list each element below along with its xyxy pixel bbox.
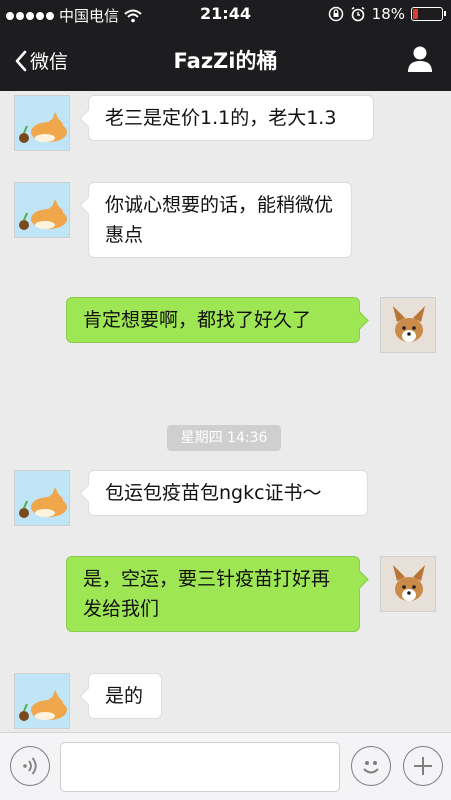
- contact-avatar[interactable]: [14, 182, 70, 238]
- alarm-icon: [351, 6, 365, 22]
- voice-button[interactable]: [10, 746, 50, 786]
- incoming-message[interactable]: 包运包疫苗包ngkc证书～: [88, 470, 368, 516]
- status-bar: 中国电信 21:44 18%: [0, 0, 451, 29]
- plus-icon: [414, 757, 432, 775]
- battery-icon: [411, 7, 446, 21]
- nav-bar: 微信 FazZi的桶: [0, 29, 451, 91]
- message-list[interactable]: 老三是定价1.1的，老大1.3 你诚心想要的话，能稍微优惠点 肯定想要啊，都找了…: [0, 91, 451, 732]
- emoji-icon: [363, 761, 379, 774]
- chat-info-button[interactable]: [407, 45, 433, 77]
- battery-percent: 18%: [371, 5, 405, 23]
- voice-icon: [23, 757, 37, 775]
- timestamp: 星期四 14:36: [167, 425, 281, 451]
- my-avatar[interactable]: [380, 297, 436, 353]
- contact-avatar[interactable]: [14, 470, 70, 526]
- contact-avatar[interactable]: [14, 673, 70, 729]
- input-bar: [0, 732, 451, 800]
- contact-avatar[interactable]: [14, 95, 70, 151]
- emoji-button[interactable]: [351, 746, 391, 786]
- more-button[interactable]: [403, 746, 443, 786]
- outgoing-message[interactable]: 肯定想要啊，都找了好久了: [66, 297, 360, 343]
- my-avatar[interactable]: [380, 556, 436, 612]
- rotation-lock-icon: [328, 6, 343, 22]
- outgoing-message[interactable]: 是，空运，要三针疫苗打好再发给我们: [66, 556, 360, 632]
- chat-title: FazZi的桶: [173, 49, 278, 73]
- message-input[interactable]: [60, 742, 340, 792]
- incoming-message[interactable]: 老三是定价1.1的，老大1.3: [88, 95, 374, 141]
- person-icon: [408, 46, 432, 72]
- incoming-message[interactable]: 是的: [88, 673, 162, 719]
- incoming-message[interactable]: 你诚心想要的话，能稍微优惠点: [88, 182, 352, 258]
